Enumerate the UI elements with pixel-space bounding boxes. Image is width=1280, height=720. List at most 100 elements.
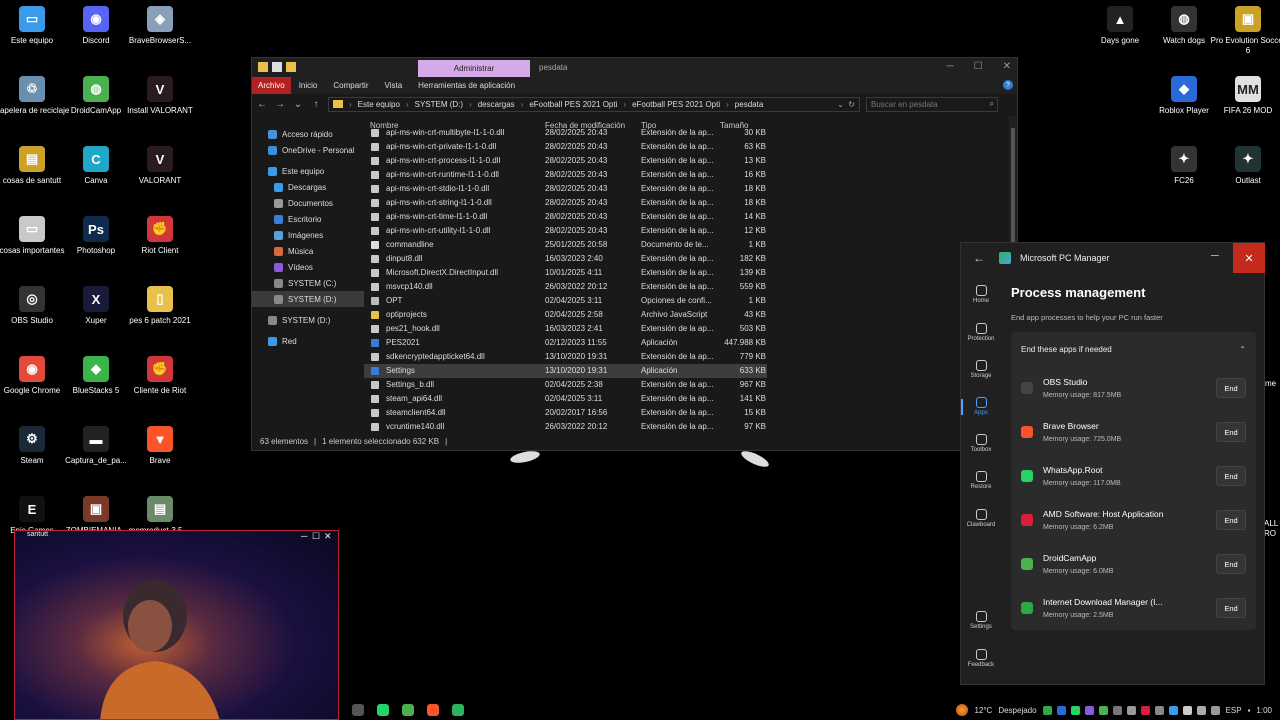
desktop-icon[interactable]: ✊ Cliente de Riot bbox=[122, 356, 198, 396]
tray-app-icon[interactable] bbox=[1154, 705, 1164, 715]
sidebar-item-storage[interactable]: Storage bbox=[961, 360, 1001, 379]
forward-arrow-icon[interactable]: → bbox=[274, 99, 286, 110]
file-row[interactable]: steam_api64.dll 02/04/2025 3:11 Extensión … bbox=[364, 392, 1017, 406]
file-row[interactable]: commandline 25/01/2025 20:58 Documento de … bbox=[364, 238, 1017, 252]
recent-chevron-icon[interactable]: ⌄ bbox=[292, 99, 304, 110]
desktop-icon[interactable]: MM FIFA 26 MOD bbox=[1210, 76, 1280, 116]
address-bar[interactable]: › Este equipo › SYSTEM (D:) › descargas … bbox=[328, 96, 860, 112]
end-process-button[interactable]: End bbox=[1216, 598, 1246, 618]
desktop-icon[interactable]: ▼ Brave bbox=[122, 426, 198, 466]
taskbar-droidcam-icon[interactable] bbox=[402, 704, 414, 716]
taskbar-whatsapp-icon[interactable] bbox=[377, 704, 389, 716]
file-row[interactable]: api-ms-win-crt-time-l1-1-0.dll 28/02/2025… bbox=[364, 210, 1017, 224]
close-button[interactable]: ✕ bbox=[1003, 61, 1011, 72]
nav-item[interactable]: SYSTEM (D:) bbox=[252, 312, 364, 328]
nav-item[interactable]: Este equipo bbox=[252, 163, 364, 179]
end-process-button[interactable]: End bbox=[1216, 554, 1246, 574]
file-row[interactable]: api-ms-win-crt-string-l1-1-0.dll 28/02/20… bbox=[364, 196, 1017, 210]
nav-item[interactable]: Imágenes bbox=[252, 227, 364, 243]
weather-text[interactable]: Despejado bbox=[998, 706, 1036, 715]
tab-share[interactable]: Compartir bbox=[325, 81, 376, 90]
nav-item[interactable]: Vídeos bbox=[252, 259, 364, 275]
back-arrow-icon[interactable]: ← bbox=[256, 99, 268, 110]
properties-icon[interactable] bbox=[272, 62, 282, 72]
file-row[interactable]: sdkencryptedappticket64.dll 13/10/2020 19… bbox=[364, 350, 1017, 364]
weather-temp[interactable]: 12°C bbox=[974, 706, 992, 715]
breadcrumb-item[interactable]: eFootball PES 2021 Opti bbox=[632, 100, 720, 109]
tray-app-icon[interactable] bbox=[1056, 705, 1066, 715]
file-explorer-window[interactable]: Administrar pesdata ─ ☐ ✕ Archivo Inicio… bbox=[251, 57, 1018, 451]
nav-item[interactable]: Documentos bbox=[252, 195, 364, 211]
file-row[interactable]: api-ms-win-crt-runtime-l1-1-0.dll 28/02/2… bbox=[364, 168, 1017, 182]
nav-item[interactable]: Escritorio bbox=[252, 211, 364, 227]
tray-app-icon[interactable] bbox=[1084, 705, 1094, 715]
tray-app-icon[interactable] bbox=[1140, 705, 1150, 715]
file-row[interactable]: dinput8.dll 16/03/2023 2:40 Extensión de l… bbox=[364, 252, 1017, 266]
file-row[interactable]: msvcp140.dll 26/03/2022 20:12 Extensión de… bbox=[364, 280, 1017, 294]
sidebar-item-protection[interactable]: Protection bbox=[961, 323, 1001, 342]
file-row[interactable]: api-ms-win-crt-stdio-l1-1-0.dll 28/02/202… bbox=[364, 182, 1017, 196]
back-arrow-icon[interactable]: ← bbox=[973, 251, 985, 265]
pc-manager-titlebar[interactable]: ← Microsoft PC Manager ─ ✕ bbox=[961, 243, 1265, 273]
breadcrumb-item[interactable]: Este equipo bbox=[358, 100, 400, 109]
webcam-overlay[interactable]: santutt ─ ☐ ✕ bbox=[14, 530, 339, 720]
minimize-button[interactable]: ─ bbox=[1211, 250, 1219, 262]
network-icon[interactable]: ▪ bbox=[1248, 706, 1251, 715]
weather-icon[interactable] bbox=[956, 704, 969, 716]
tab-home[interactable]: Inicio bbox=[291, 81, 326, 90]
tray-app-icon[interactable] bbox=[1098, 705, 1108, 715]
file-row[interactable]: Settings_b.dll 02/04/2025 2:38 Extensión d… bbox=[364, 378, 1017, 392]
file-row[interactable]: Microsoft.DirectX.DirectInput.dll 10/01/2… bbox=[364, 266, 1017, 280]
end-process-button[interactable]: End bbox=[1216, 510, 1246, 530]
file-row[interactable]: api-ms-win-crt-private-l1-1-0.dll 28/02/2… bbox=[364, 140, 1017, 154]
maximize-button[interactable]: ☐ bbox=[974, 61, 983, 72]
tray-app-icon[interactable] bbox=[1112, 705, 1122, 715]
nav-item[interactable]: SYSTEM (C:) bbox=[252, 275, 364, 291]
breadcrumb-item[interactable]: eFootball PES 2021 Opti bbox=[529, 100, 617, 109]
nav-item[interactable]: SYSTEM (D:) bbox=[252, 291, 364, 307]
nav-item[interactable]: Descargas bbox=[252, 179, 364, 195]
manage-context-tab[interactable]: Administrar bbox=[418, 60, 530, 77]
file-row[interactable]: PES2021 02/12/2023 11:55 Aplicación 447.988… bbox=[364, 336, 1017, 350]
explorer-titlebar[interactable]: Administrar pesdata ─ ☐ ✕ bbox=[252, 58, 1017, 77]
desktop-icon[interactable]: ✊ Riot Client bbox=[122, 216, 198, 256]
breadcrumb-item[interactable]: SYSTEM (D:) bbox=[415, 100, 463, 109]
nav-item[interactable]: OneDrive - Personal bbox=[252, 142, 364, 158]
tray-app-icon[interactable] bbox=[1070, 705, 1080, 715]
tab-view[interactable]: Vista bbox=[377, 81, 411, 90]
sidebar-item-home[interactable]: Home bbox=[961, 285, 1001, 304]
language-indicator[interactable]: ESP bbox=[1226, 706, 1242, 715]
nav-item[interactable]: Red bbox=[252, 333, 364, 349]
file-row[interactable]: api-ms-win-crt-multibyte-l1-1-0.dll 28/02… bbox=[364, 126, 1017, 140]
tray-app-icon[interactable] bbox=[1126, 705, 1136, 715]
new-folder-icon[interactable] bbox=[286, 62, 296, 72]
clock[interactable]: 1:00 bbox=[1256, 706, 1272, 715]
tray-app-icon[interactable] bbox=[1042, 705, 1052, 715]
file-row[interactable]: OPT 02/04/2025 3:11 Opciones de confi... 1 … bbox=[364, 294, 1017, 308]
minimize-button[interactable]: ─ bbox=[301, 531, 307, 541]
taskbar-pc-manager-icon[interactable] bbox=[452, 704, 464, 716]
nav-item[interactable]: Acceso rápido bbox=[252, 126, 364, 142]
search-input[interactable]: Buscar en pesdata ⌕ bbox=[866, 96, 998, 112]
nav-item[interactable]: Música bbox=[252, 243, 364, 259]
close-button[interactable]: ✕ bbox=[324, 531, 332, 542]
tray-app-icon[interactable] bbox=[1196, 705, 1206, 715]
tray-app-icon[interactable] bbox=[1168, 705, 1178, 715]
desktop-icon[interactable]: ◈ BraveBrowserS... bbox=[122, 6, 198, 46]
tray-app-icon[interactable] bbox=[1210, 705, 1220, 715]
taskbar-obs-icon[interactable] bbox=[352, 704, 364, 716]
sidebar-item-toolbox[interactable]: Toolbox bbox=[961, 434, 1001, 453]
folder-icon[interactable] bbox=[258, 62, 268, 72]
file-row[interactable]: api-ms-win-crt-utility-l1-1-0.dll 28/02/2… bbox=[364, 224, 1017, 238]
dropdown-chevron-icon[interactable]: ⌄ bbox=[837, 100, 844, 109]
sidebar-item-apps[interactable]: Apps bbox=[961, 397, 1001, 416]
up-arrow-icon[interactable]: ↑ bbox=[310, 99, 322, 110]
close-button[interactable]: ✕ bbox=[1233, 243, 1265, 273]
breadcrumb-item[interactable]: pesdata bbox=[735, 100, 763, 109]
taskbar-brave-icon[interactable] bbox=[427, 704, 439, 716]
desktop-icon[interactable]: ▣ Pro Evolution Soccer 6 bbox=[1210, 6, 1280, 56]
tab-file[interactable]: Archivo bbox=[252, 77, 291, 94]
minimize-button[interactable]: ─ bbox=[947, 61, 954, 72]
help-icon[interactable]: ? bbox=[1003, 80, 1013, 90]
refresh-icon[interactable]: ↻ bbox=[848, 100, 855, 109]
